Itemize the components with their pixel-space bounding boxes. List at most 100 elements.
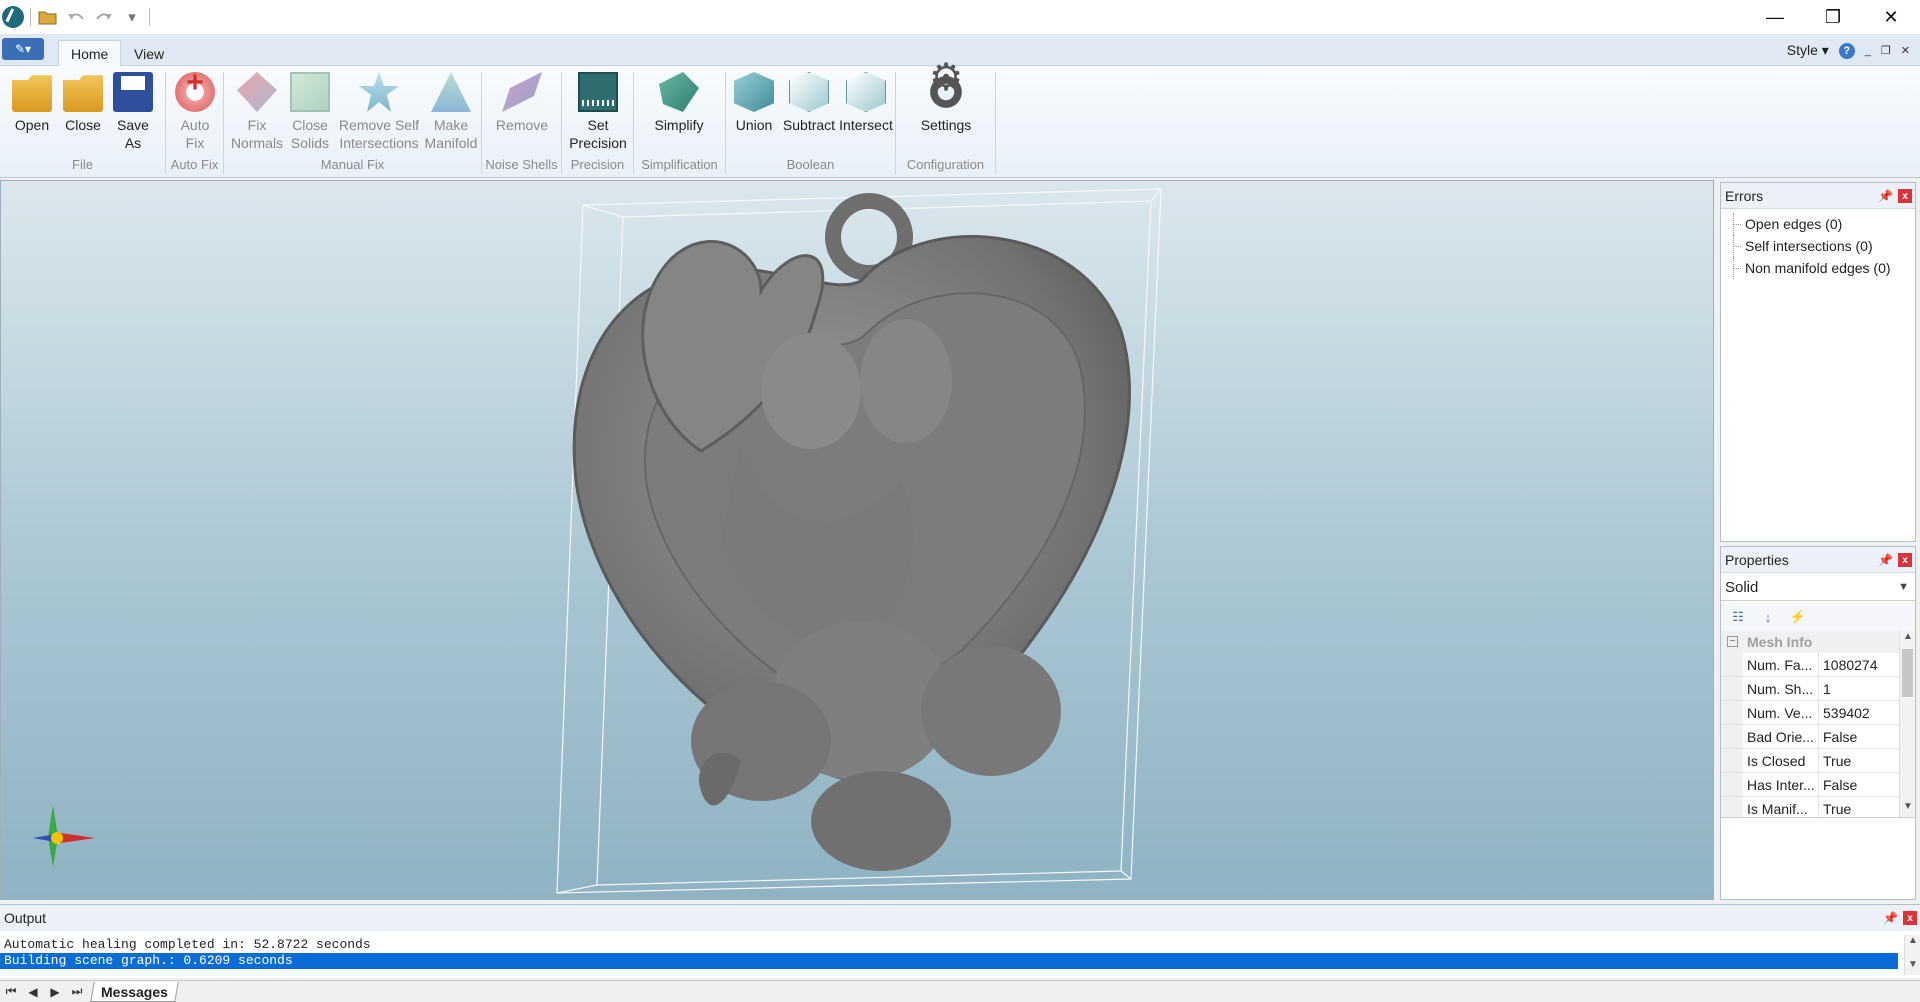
make-manifold-button[interactable]: Make Manifold <box>422 72 480 152</box>
remove-self-intersections-button[interactable]: Remove Self Intersections <box>336 72 422 152</box>
mdi-restore-button[interactable]: ❐ <box>1881 44 1891 57</box>
set-precision-button[interactable]: Set Precision <box>568 72 628 152</box>
restore-button[interactable]: ❐ <box>1804 0 1862 34</box>
make-manifold-label-line2: Manifold <box>424 135 478 151</box>
axis-orientation-gizmo <box>33 805 95 867</box>
property-row[interactable]: Is Manif... True <box>1721 797 1915 817</box>
redo-icon[interactable] <box>93 6 115 28</box>
property-row[interactable]: Num. Ve... 539402 <box>1721 701 1915 725</box>
scroll-down-icon[interactable]: ▼ <box>1905 959 1920 975</box>
save-as-button[interactable]: Save As <box>110 72 156 152</box>
close-button[interactable]: Close <box>60 72 106 134</box>
settings-button[interactable]: Settings <box>914 68 978 134</box>
save-as-label-line2: As <box>124 135 142 151</box>
categorized-view-icon[interactable]: ☷ <box>1729 608 1747 626</box>
mdi-close-button[interactable]: ✕ <box>1901 44 1910 57</box>
scroll-up-icon[interactable]: ▲ <box>1900 631 1915 647</box>
fix-normals-button[interactable]: Fix Normals <box>230 72 284 152</box>
close-icon[interactable]: x <box>1903 911 1917 925</box>
property-row[interactable]: Bad Orie... False <box>1721 725 1915 749</box>
precision-ruler-icon <box>578 72 618 112</box>
auto-fix-button[interactable]: Auto Fix <box>170 72 220 152</box>
errors-panel: Errors 📌 x Open edges (0) Self intersect… <box>1720 182 1916 542</box>
open-folder-icon[interactable] <box>37 6 59 28</box>
pin-icon[interactable]: 📌 <box>1878 553 1893 567</box>
group-noise-shells: Remove Noise Shells <box>482 72 562 174</box>
simplify-mesh-icon <box>659 72 699 112</box>
next-tab-icon[interactable]: ▶ <box>44 985 66 999</box>
subtract-button[interactable]: Subtract <box>780 72 838 134</box>
close-window-button[interactable]: ✕ <box>1862 0 1920 34</box>
pendant-model <box>572 193 1132 871</box>
scroll-thumb[interactable] <box>1902 649 1913 697</box>
last-tab-icon[interactable]: ⏭ <box>66 984 88 999</box>
property-row[interactable]: Has Inter... False <box>1721 773 1915 797</box>
quick-access-toolbar: ▾ <box>30 6 150 28</box>
open-button[interactable]: Open <box>8 72 56 134</box>
previous-tab-icon[interactable]: ◀ <box>22 985 44 999</box>
help-icon[interactable]: ? <box>1838 42 1855 59</box>
chevron-down-icon: ▼ <box>1898 581 1909 593</box>
error-item-open-edges[interactable]: Open edges (0) <box>1721 213 1915 235</box>
subtract-cube-icon <box>789 72 829 112</box>
events-lightning-icon[interactable]: ⚡ <box>1789 608 1807 626</box>
fix-normals-icon <box>237 72 277 112</box>
property-name: Num. Ve... <box>1743 701 1819 724</box>
set-precision-label-line1: Set <box>587 117 609 133</box>
undo-icon[interactable] <box>65 6 87 28</box>
property-row[interactable]: Is Closed True <box>1721 749 1915 773</box>
property-grid: − Mesh Info Num. Fa... 1080274 Num. Sh...… <box>1721 631 1915 817</box>
union-label: Union <box>735 117 773 133</box>
simplify-button[interactable]: Simplify <box>644 72 714 134</box>
group-manual-fix: Fix Normals Close Solids Remove Self Int… <box>224 72 482 174</box>
remove-noise-shells-button[interactable]: Remove <box>492 72 552 134</box>
application-menu-button[interactable]: ✎▾ <box>2 38 44 60</box>
set-precision-label-line2: Precision <box>569 135 627 151</box>
open-folder-icon <box>12 75 52 112</box>
property-grid-scrollbar[interactable]: ▲ ▼ <box>1899 631 1915 817</box>
property-row[interactable]: Num. Fa... 1080274 <box>1721 653 1915 677</box>
category-mesh-info[interactable]: − Mesh Info <box>1721 631 1915 653</box>
minimize-button[interactable]: — <box>1746 0 1804 34</box>
make-manifold-icon <box>431 72 471 112</box>
window-controls: — ❐ ✕ <box>1746 0 1920 34</box>
group-auto-fix: Auto Fix Auto Fix <box>166 72 224 174</box>
remove-shells-icon <box>502 72 542 112</box>
qat-customize-dropdown[interactable]: ▾ <box>121 6 143 28</box>
close-solids-button[interactable]: Close Solids <box>286 72 334 152</box>
intersect-button[interactable]: Intersect <box>838 72 894 134</box>
app-logo-icon[interactable] <box>2 6 24 28</box>
union-button[interactable]: Union <box>730 72 778 134</box>
group-label-auto-fix: Auto Fix <box>170 157 219 172</box>
alphabetical-sort-icon[interactable]: ↓ <box>1759 608 1777 626</box>
properties-toolbar: ☷ ↓ ⚡ <box>1721 603 1915 631</box>
output-scrollbar[interactable]: ▲ ▼ <box>1904 935 1920 975</box>
scroll-down-icon[interactable]: ▼ <box>1900 801 1915 817</box>
error-item-non-manifold-edges[interactable]: Non manifold edges (0) <box>1721 257 1915 279</box>
close-icon[interactable]: x <box>1898 553 1912 567</box>
scroll-up-icon[interactable]: ▲ <box>1905 935 1920 951</box>
output-log[interactable]: Automatic healing completed in: 52.8722 … <box>0 931 1920 977</box>
property-row[interactable]: Num. Sh... 1 <box>1721 677 1915 701</box>
tab-home[interactable]: Home <box>58 40 122 67</box>
errors-tree: Open edges (0) Self intersections (0) No… <box>1721 209 1915 279</box>
group-file: Open Close Save As File <box>0 72 166 174</box>
pin-icon[interactable]: 📌 <box>1883 911 1898 925</box>
first-tab-icon[interactable]: ⏮ <box>0 984 22 999</box>
3d-viewport[interactable] <box>0 180 1714 900</box>
object-selector-value: Solid <box>1725 579 1759 596</box>
pin-icon[interactable]: 📌 <box>1878 189 1893 203</box>
object-selector-dropdown[interactable]: Solid ▼ <box>1721 575 1915 601</box>
log-line[interactable]: Automatic healing completed in: 52.8722 … <box>0 937 1898 953</box>
properties-panel-title: Properties <box>1725 551 1789 568</box>
collapse-icon[interactable]: − <box>1727 636 1738 647</box>
error-item-self-intersections[interactable]: Self intersections (0) <box>1721 235 1915 257</box>
property-name: Num. Fa... <box>1743 653 1819 676</box>
log-line-selected[interactable]: Building scene graph.: 0.6209 seconds <box>0 953 1898 969</box>
mdi-minimize-button[interactable]: _ <box>1865 45 1871 57</box>
close-icon[interactable]: x <box>1898 189 1912 203</box>
output-panel: Output 📌 x Automatic healing completed i… <box>0 904 1920 978</box>
tab-view[interactable]: View <box>122 40 176 67</box>
style-menu[interactable]: Style ▾ <box>1787 42 1829 59</box>
tab-messages[interactable]: Messages <box>90 981 179 1002</box>
